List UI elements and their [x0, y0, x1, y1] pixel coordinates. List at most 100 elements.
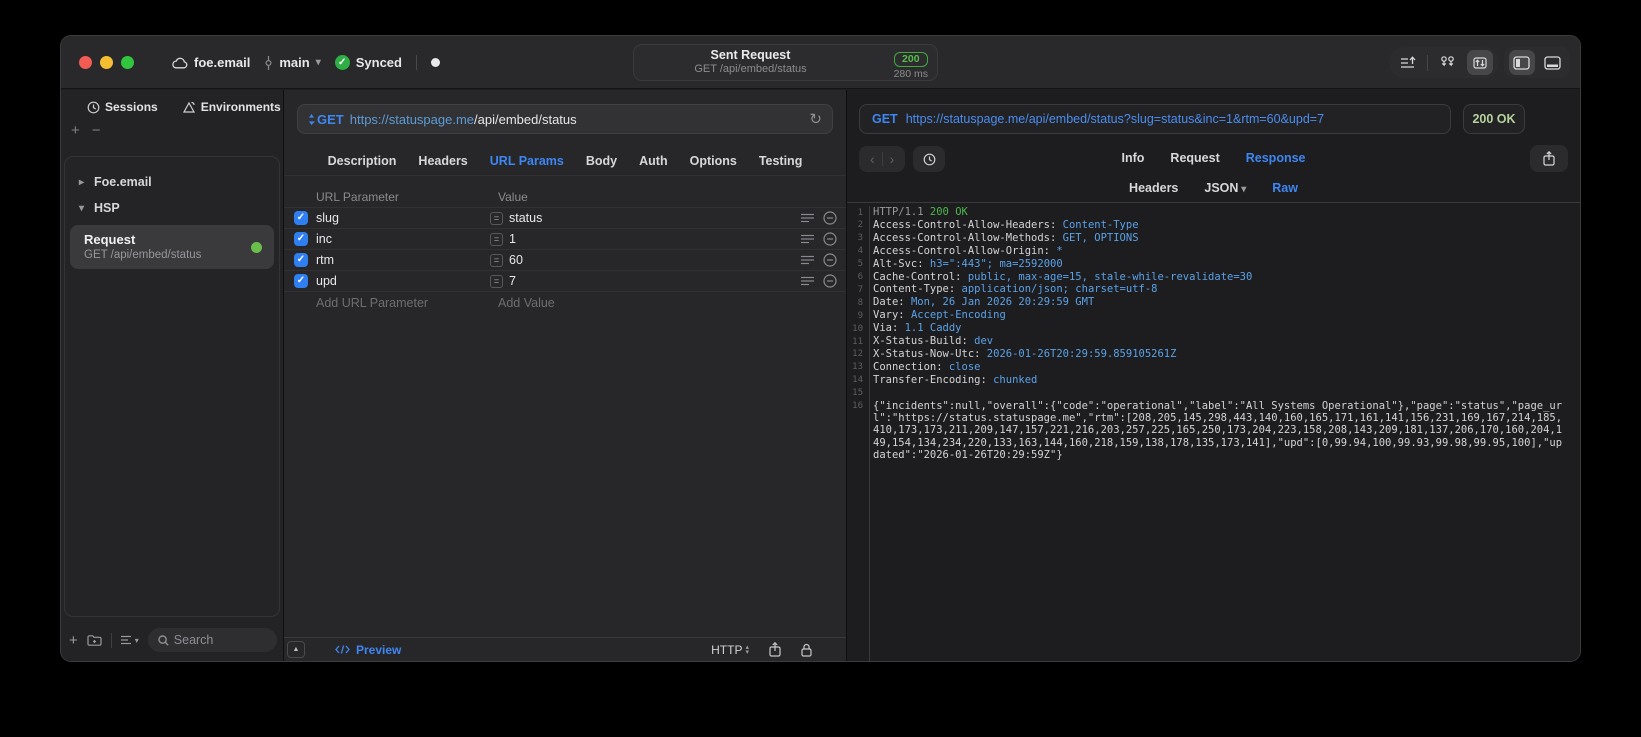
param-value-cell[interactable]: 60: [509, 253, 801, 267]
view-tab-json[interactable]: JSON ▾: [1204, 181, 1246, 195]
param-enabled-checkbox[interactable]: ✓: [294, 232, 308, 246]
raw-response-text: 1 HTTP/1.1 200 OK 2 Access-Control-Allow-He…: [847, 206, 1580, 661]
line-number: 6: [857, 272, 863, 283]
column-header-value: Value: [498, 189, 528, 204]
preview-button[interactable]: Preview: [335, 643, 401, 657]
row-options-icon[interactable]: [801, 276, 814, 286]
view-tab-headers[interactable]: Headers: [1129, 181, 1178, 195]
add-value-placeholder[interactable]: Add Value: [498, 296, 555, 310]
param-name-cell[interactable]: rtm: [316, 253, 470, 267]
response-view-tabs: Headers JSON ▾ Raw: [847, 181, 1580, 195]
line-content: Cache-Control: public, max-age=15, stale…: [873, 270, 1253, 283]
tab-sessions[interactable]: Sessions: [87, 100, 158, 114]
expand-panel-button[interactable]: ▲: [287, 641, 305, 658]
param-enabled-checkbox[interactable]: ✓: [294, 253, 308, 267]
param-enabled-checkbox[interactable]: ✓: [294, 274, 308, 288]
line-content: X-Status-Build: dev: [873, 335, 994, 348]
tab-auth[interactable]: Auth: [639, 154, 667, 168]
tab-description[interactable]: Description: [328, 154, 397, 168]
line-content: {"incidents":null,"overall":{"code":"ope…: [873, 399, 1563, 462]
line-content: Transfer-Encoding: chunked: [873, 373, 1038, 386]
project-name: foe.email: [194, 55, 251, 70]
tab-testing[interactable]: Testing: [759, 154, 803, 168]
request-item-title: Request: [84, 232, 136, 247]
line-number: 10: [852, 323, 863, 334]
param-name-cell[interactable]: inc: [316, 232, 470, 246]
request-status-pill[interactable]: Sent Request GET /api/embed/status 200 2…: [633, 44, 938, 81]
code-icon: [335, 645, 350, 654]
add-session-button[interactable]: +: [71, 122, 80, 139]
lock-icon[interactable]: [801, 643, 812, 657]
param-value-cell[interactable]: 1: [509, 232, 801, 246]
remove-row-icon[interactable]: [823, 232, 837, 246]
code-line: 7 Content-Type: application/json; charset…: [847, 283, 1580, 296]
line-content: Via: 1.1 Caddy: [873, 322, 962, 335]
line-content: [873, 387, 1566, 400]
branch-menu[interactable]: main ▾: [264, 55, 321, 70]
url-input[interactable]: GET https://statuspage.me /api/embed/sta…: [297, 104, 833, 134]
row-options-icon[interactable]: [801, 234, 814, 244]
row-options-icon[interactable]: [801, 255, 814, 265]
line-content: Content-Type: application/json; charset=…: [873, 283, 1158, 296]
add-request-button[interactable]: +: [69, 632, 78, 649]
synced-check-icon: ✓: [334, 55, 350, 70]
search-input[interactable]: Search: [147, 628, 277, 652]
protocol-selector[interactable]: HTTP ▴ ▾: [711, 643, 749, 657]
export-button[interactable]: [1395, 50, 1421, 75]
sync-requests-button[interactable]: [1466, 50, 1493, 75]
param-row-actions: [801, 274, 837, 288]
tab-info[interactable]: Info: [1122, 151, 1145, 165]
new-folder-icon[interactable]: [87, 634, 102, 646]
remove-session-button[interactable]: −: [92, 122, 101, 139]
param-enabled-checkbox[interactable]: ✓: [294, 211, 308, 225]
resend-icon[interactable]: ↻: [809, 110, 822, 128]
toggle-sidebar-button[interactable]: [1508, 50, 1535, 75]
tab-response[interactable]: Response: [1246, 151, 1306, 165]
zoom-window-button[interactable]: [121, 56, 134, 69]
share-request-icon[interactable]: [769, 642, 781, 657]
sent-request-url[interactable]: GET https://statuspage.me/api/embed/stat…: [859, 104, 1451, 134]
line-number: 14: [852, 375, 863, 386]
tab-environments[interactable]: Environments: [182, 100, 281, 114]
tab-sessions-label: Sessions: [105, 100, 158, 114]
protocol-label: HTTP: [711, 642, 743, 657]
sync-label: Synced: [355, 55, 402, 70]
request-list-item-selected[interactable]: Request GET /api/embed/status: [70, 225, 274, 269]
param-name-cell[interactable]: slug: [316, 211, 470, 225]
code-line: 11 X-Status-Build: dev: [847, 335, 1580, 348]
param-name-cell[interactable]: upd: [316, 274, 470, 288]
remove-row-icon[interactable]: [823, 211, 837, 225]
param-value-cell[interactable]: status: [509, 211, 801, 225]
code-line: 5 Alt-Svc: h3=":443"; ma=2592000: [847, 258, 1580, 271]
remove-row-icon[interactable]: [823, 253, 837, 267]
tree-group-foe-email[interactable]: ▸ Foe.email: [65, 169, 279, 195]
line-number: 12: [852, 349, 863, 360]
param-row-actions: [801, 232, 837, 246]
minimize-window-button[interactable]: [100, 56, 113, 69]
param-row: ✓ upd = 7: [284, 271, 846, 292]
tab-body[interactable]: Body: [586, 154, 617, 168]
project-menu[interactable]: foe.email: [171, 55, 250, 70]
param-value-cell[interactable]: 7: [509, 274, 801, 288]
sync-status[interactable]: ✓ Synced: [334, 55, 402, 70]
tab-options[interactable]: Options: [690, 154, 737, 168]
compare-branches-button[interactable]: [1435, 50, 1461, 75]
sort-list-icon[interactable]: ▾: [120, 635, 139, 645]
code-line: 16 {"incidents":null,"overall":{"code":"o…: [847, 400, 1580, 462]
row-options-icon[interactable]: [801, 213, 814, 223]
line-number: 5: [857, 259, 863, 270]
tab-headers[interactable]: Headers: [418, 154, 467, 168]
toggle-bottom-panel-button[interactable]: [1539, 50, 1565, 75]
tab-url-params[interactable]: URL Params: [490, 154, 564, 168]
param-row: ✓ slug = status: [284, 208, 846, 229]
sent-url-text: https://statuspage.me/api/embed/status?s…: [905, 112, 1325, 126]
add-param-placeholder[interactable]: Add URL Parameter: [316, 296, 498, 310]
remove-row-icon[interactable]: [823, 274, 837, 288]
tree-group-hsp[interactable]: ▾ HSP: [65, 195, 279, 221]
method-selector[interactable]: GET: [308, 112, 344, 127]
view-tab-raw[interactable]: Raw: [1272, 181, 1298, 195]
close-window-button[interactable]: [79, 56, 92, 69]
search-icon: [158, 634, 169, 646]
tab-request[interactable]: Request: [1170, 151, 1219, 165]
line-content: Alt-Svc: h3=":443"; ma=2592000: [873, 257, 1063, 270]
